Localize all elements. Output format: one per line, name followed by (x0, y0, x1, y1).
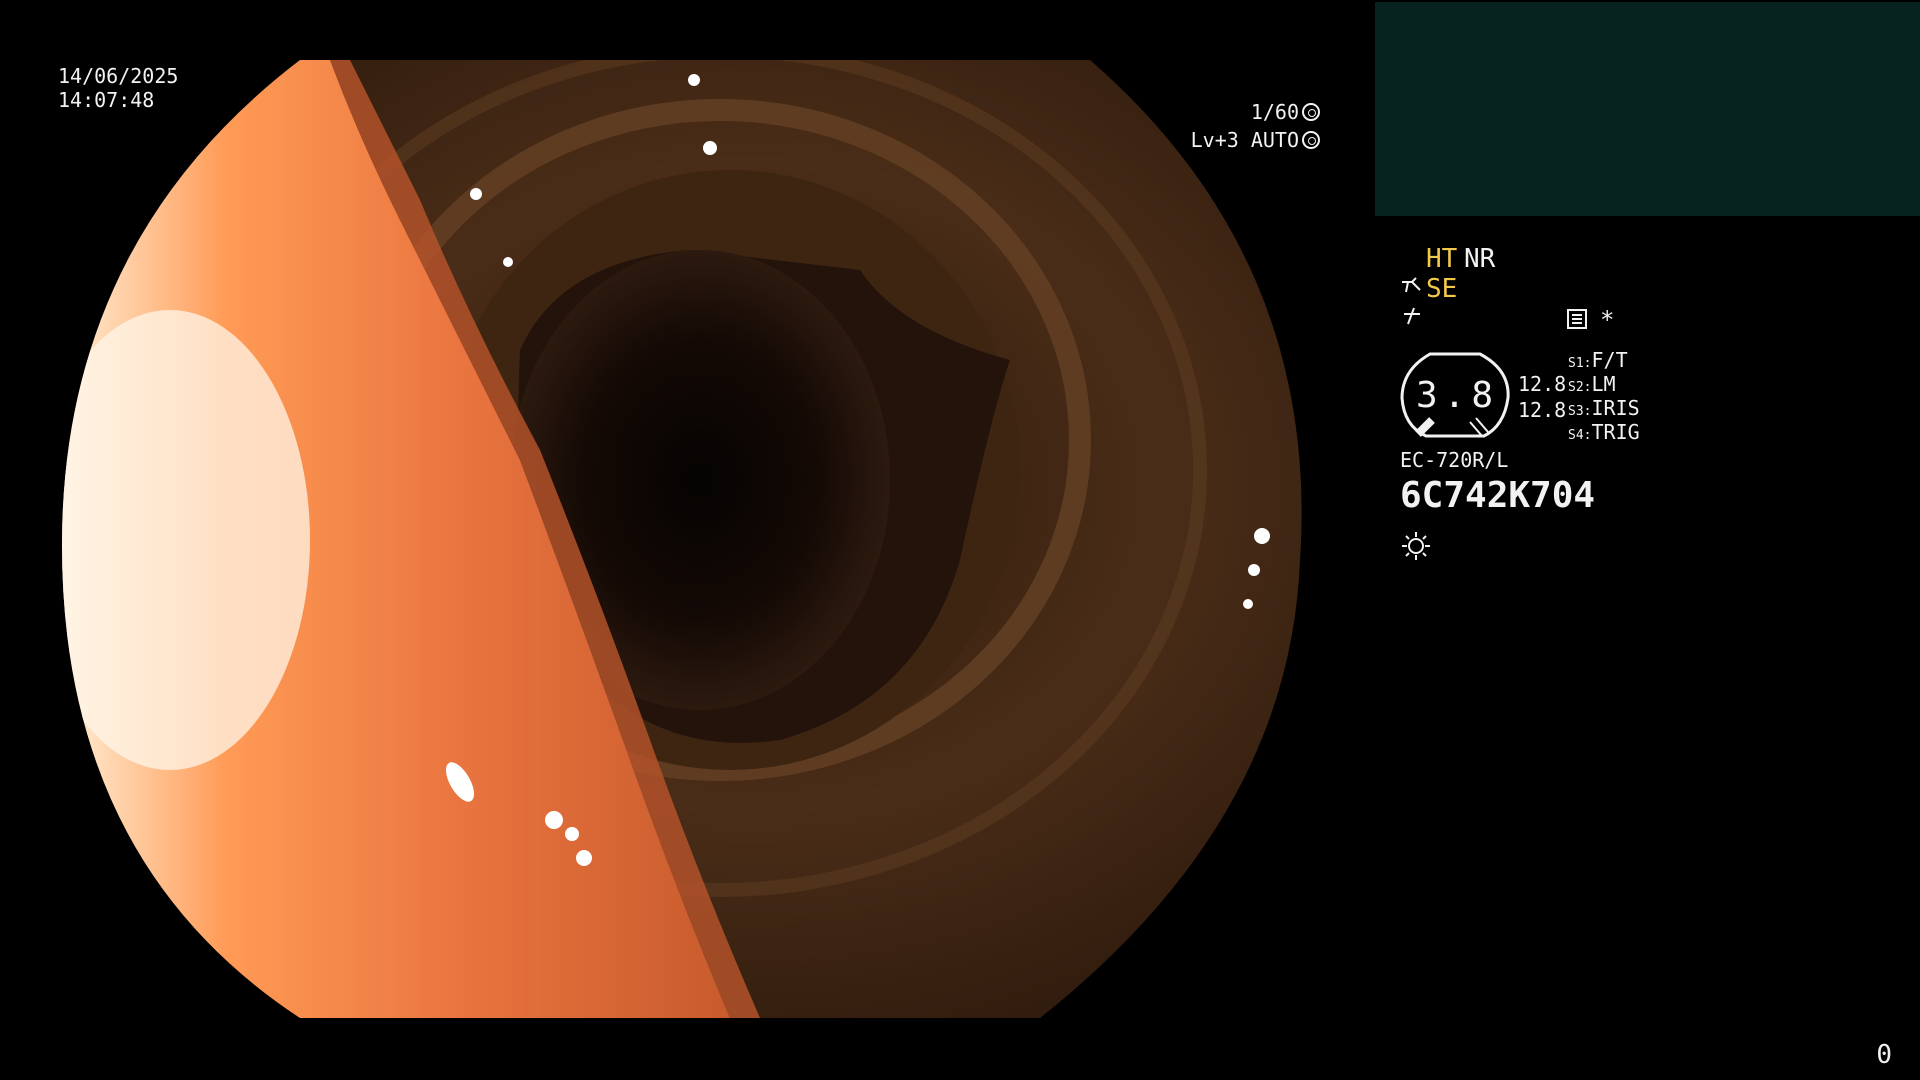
shutter-readout: 1/60 (1251, 100, 1320, 124)
light-source-icon (1402, 532, 1430, 560)
auto-iris-icon (1302, 131, 1320, 149)
time-display: 14:07:48 (58, 88, 155, 112)
scope-icon (1402, 277, 1421, 293)
dial-upper-value: 12.8 (1518, 372, 1567, 396)
nr-indicator: NR (1464, 244, 1496, 274)
switch-s4: S4:TRIG (1568, 420, 1640, 444)
document-icon (1567, 309, 1587, 329)
shutter-icon (1302, 103, 1320, 121)
flash-off-icon (1404, 307, 1420, 325)
dial-value: 3.8 (1416, 375, 1500, 416)
frame-counter: 0 (1876, 1040, 1892, 1070)
star-indicator: * (1600, 306, 1615, 334)
ht-indicator: HT (1426, 244, 1458, 274)
thumbnail-panel (1375, 2, 1920, 216)
scope-serial: 6C742K704 (1400, 475, 1596, 516)
enhancement-readout: Lv+3 AUTO (1191, 128, 1320, 152)
shutter-value: 1/60 (1250, 100, 1299, 124)
se-indicator: SE (1426, 274, 1458, 304)
date-display: 14/06/2025 (58, 64, 179, 88)
endoscope-image (61, 60, 1302, 1018)
status-panel: HT NR SE * 3.8 12.8 12.8 S1:F/T S2:LM S3… (1400, 240, 1820, 600)
scope-model: EC-720R/L (1400, 448, 1509, 472)
dial-lower-value: 12.8 (1518, 398, 1567, 422)
enhancement-value: Lv+3 AUTO (1190, 128, 1299, 152)
